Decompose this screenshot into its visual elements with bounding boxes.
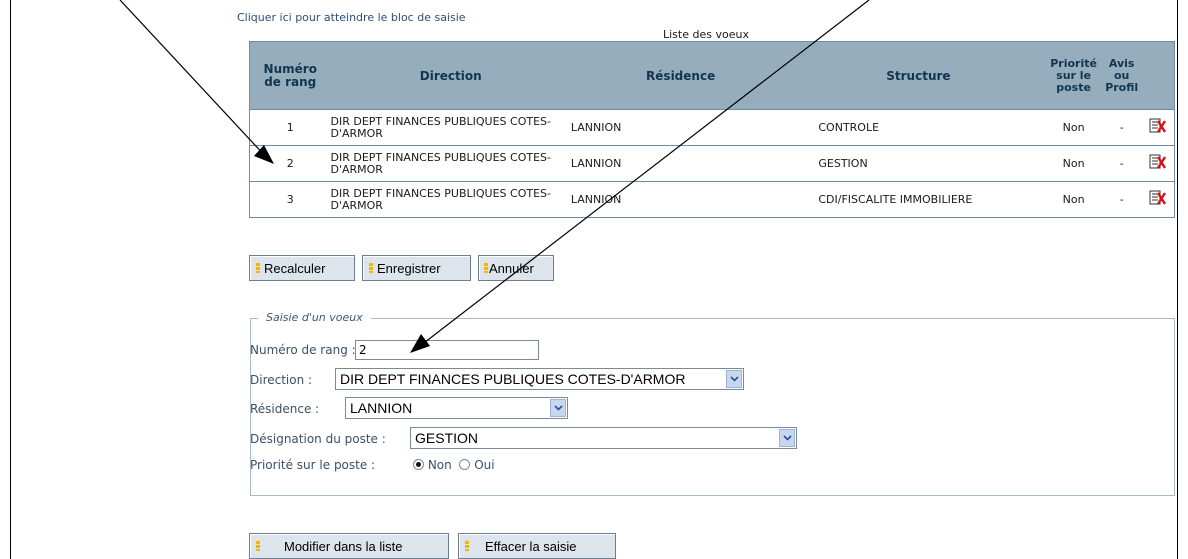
cell-residence: LANNION — [570, 109, 791, 146]
cell-residence: LANNION — [570, 145, 791, 182]
cell-rank: 2 — [249, 145, 331, 182]
modify-in-list-button[interactable]: Modifier dans la liste — [249, 533, 449, 559]
cell-rank: 3 — [249, 181, 331, 218]
residence-select-value: LANNION — [350, 400, 413, 416]
button-bullet-icon — [256, 541, 260, 551]
cell-residence: LANNION — [570, 181, 791, 218]
entry-legend: Saisie d'un voeux — [258, 311, 371, 324]
cell-direction: DIR DEPT FINANCES PUBLIQUES COTES-D'ARMO… — [330, 145, 571, 182]
header-residence: Résidence — [570, 41, 791, 110]
residence-label: Résidence : — [250, 402, 320, 416]
cancel-button[interactable]: Annuler — [478, 255, 554, 281]
cell-rank: 1 — [249, 109, 331, 146]
priority-radio-oui[interactable] — [459, 459, 471, 470]
cell-priority: Non — [1046, 145, 1101, 182]
priority-label: Priorité sur le poste : — [250, 458, 376, 472]
table-row[interactable]: 3 DIR DEPT FINANCES PUBLIQUES COTES-D'AR… — [249, 181, 1175, 218]
chevron-down-icon[interactable] — [726, 370, 742, 388]
cell-structure: CONTROLE — [790, 109, 1047, 146]
priority-radio-non[interactable] — [413, 459, 424, 470]
table-header-row: Numéro de rang Direction Résidence Struc… — [249, 41, 1175, 110]
cell-priority: Non — [1046, 109, 1101, 146]
direction-label: Direction : — [250, 373, 313, 387]
delete-row-icon[interactable] — [1149, 154, 1167, 170]
post-label: Désignation du poste : — [250, 432, 386, 446]
button-bullet-icon — [369, 263, 373, 273]
rank-input[interactable] — [355, 340, 539, 360]
cell-direction: DIR DEPT FINANCES PUBLIQUES COTES-D'ARMO… — [330, 109, 571, 146]
delete-row-icon[interactable] — [1149, 190, 1167, 206]
cell-delete — [1142, 145, 1175, 182]
table-row[interactable]: 2 DIR DEPT FINANCES PUBLIQUES COTES-D'AR… — [249, 145, 1175, 182]
cell-opinion: - — [1100, 109, 1143, 146]
button-bullet-icon — [484, 263, 488, 273]
cell-priority: Non — [1046, 181, 1101, 218]
cell-delete — [1142, 181, 1175, 218]
table-row[interactable]: 1 DIR DEPT FINANCES PUBLIQUES COTES-D'AR… — [249, 109, 1175, 146]
rank-label: Numéro de rang : — [250, 343, 356, 357]
header-delete — [1142, 41, 1175, 110]
header-opinion: Avis ou Profil — [1100, 41, 1143, 110]
cell-direction: DIR DEPT FINANCES PUBLIQUES COTES-D'ARMO… — [330, 181, 571, 218]
cell-structure: GESTION — [790, 145, 1047, 182]
chevron-down-icon[interactable] — [550, 399, 566, 417]
cell-structure: CDI/FISCALITE IMMOBILIERE — [790, 181, 1047, 218]
delete-row-icon[interactable] — [1149, 118, 1167, 134]
direction-select[interactable]: DIR DEPT FINANCES PUBLIQUES COTES-D'ARMO… — [335, 368, 744, 390]
residence-select[interactable]: LANNION — [345, 397, 568, 419]
recalculate-button[interactable]: Recalculer — [249, 255, 355, 281]
header-priority: Priorité sur le poste — [1046, 41, 1101, 110]
button-bullet-icon — [465, 541, 469, 551]
save-button[interactable]: Enregistrer — [362, 255, 471, 281]
cell-delete — [1142, 109, 1175, 146]
cell-opinion: - — [1100, 181, 1143, 218]
header-rank: Numéro de rang — [249, 41, 331, 110]
chevron-down-icon[interactable] — [779, 429, 795, 447]
priority-option-non-label: Non — [427, 458, 452, 472]
post-select-value: GESTION — [415, 430, 479, 446]
wishes-table: Numéro de rang Direction Résidence Struc… — [249, 41, 1175, 218]
priority-option-oui-label: Oui — [474, 458, 495, 472]
button-bullet-icon — [256, 263, 260, 273]
header-structure: Structure — [790, 41, 1047, 110]
cell-opinion: - — [1100, 145, 1143, 182]
clear-entry-button[interactable]: Effacer la saisie — [458, 533, 616, 559]
post-select[interactable]: GESTION — [410, 427, 797, 449]
header-direction: Direction — [330, 41, 571, 110]
priority-radio-group: Non Oui — [413, 458, 495, 472]
list-caption: Liste des voeux — [663, 28, 749, 41]
direction-select-value: DIR DEPT FINANCES PUBLIQUES COTES-D'ARMO… — [340, 371, 686, 387]
skip-to-entry-link[interactable]: Cliquer ici pour atteindre le bloc de sa… — [237, 11, 466, 24]
